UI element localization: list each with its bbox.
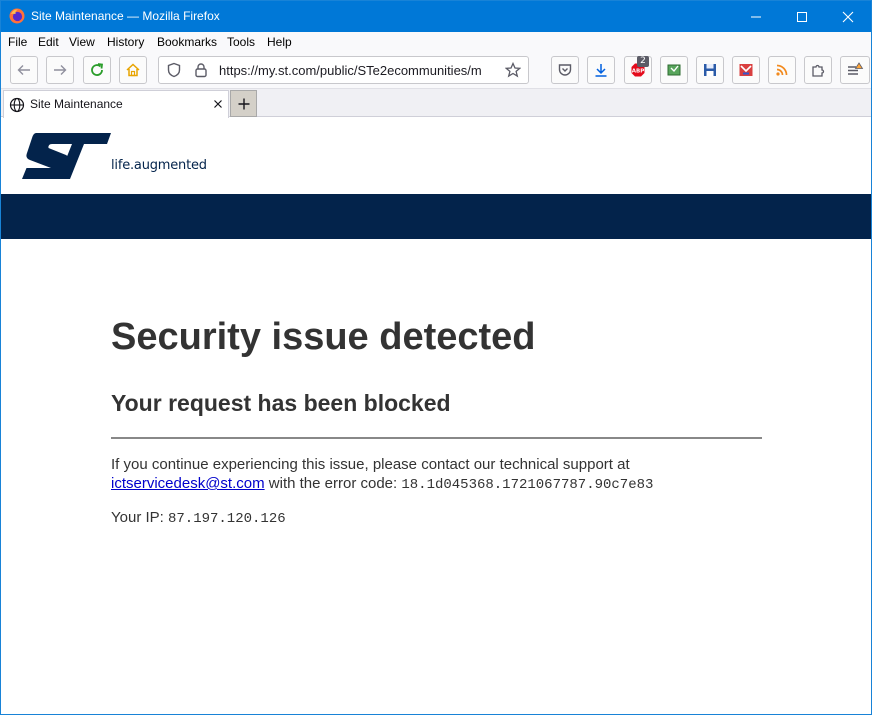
downloads-button[interactable] <box>587 56 615 84</box>
rss-button[interactable] <box>768 56 796 84</box>
lock-icon[interactable] <box>193 62 209 78</box>
page-subheading: Your request has been blocked <box>111 390 451 416</box>
forward-button[interactable] <box>46 56 74 84</box>
plus-icon <box>238 98 250 110</box>
address-bar[interactable]: https://my.st.com/public/STe2ecommunitie… <box>158 56 529 84</box>
error-code: 18.1d045368.1721067787.90c7e83 <box>401 477 654 493</box>
minimize-button[interactable] <box>733 1 779 32</box>
ip-line: Your IP: 87.197.120.126 <box>111 509 286 527</box>
url-text[interactable]: https://my.st.com/public/STe2ecommunitie… <box>219 63 499 78</box>
menu-tools[interactable]: Tools <box>227 35 255 49</box>
header-band <box>1 194 871 239</box>
rss-icon <box>776 64 788 76</box>
back-icon <box>17 65 30 75</box>
new-tab-button[interactable] <box>230 90 257 117</box>
title-bar: Site Maintenance — Mozilla Firefox <box>1 1 871 32</box>
screenshot-button[interactable] <box>660 56 688 84</box>
save-page-button[interactable] <box>696 56 724 84</box>
page-heading: Security issue detected <box>111 316 536 358</box>
firefox-icon <box>9 8 25 24</box>
tab-title: Site Maintenance <box>30 97 123 111</box>
page-content: life.augmented Security issue detected Y… <box>1 118 871 714</box>
adblock-button[interactable]: ABP 2 <box>624 56 652 84</box>
back-button[interactable] <box>10 56 38 84</box>
adblock-badge: 2 <box>637 56 649 67</box>
reload-button[interactable] <box>83 56 111 84</box>
maximize-button[interactable] <box>779 1 825 32</box>
bookmark-star-icon[interactable] <box>505 62 521 78</box>
support-message: If you continue experiencing this issue,… <box>111 455 761 495</box>
maximize-icon <box>797 12 807 22</box>
close-window-button[interactable] <box>825 1 871 32</box>
menu-view[interactable]: View <box>69 35 95 49</box>
shield-icon[interactable] <box>166 62 182 78</box>
menu-help[interactable]: Help <box>267 35 292 49</box>
forward-icon <box>54 65 67 75</box>
menu-bookmarks[interactable]: Bookmarks <box>157 35 217 49</box>
message-middle: with the error code: <box>268 475 398 492</box>
brand-tagline: life.augmented <box>111 158 207 173</box>
ip-value: 87.197.120.126 <box>168 511 286 527</box>
st-logo[interactable] <box>22 131 112 181</box>
app-menu-button[interactable] <box>840 56 870 84</box>
support-email-link[interactable]: ictservicedesk@st.com <box>111 475 265 492</box>
window-title: Site Maintenance — Mozilla Firefox <box>31 9 220 23</box>
tab-site-maintenance[interactable]: Site Maintenance <box>3 90 229 118</box>
home-icon <box>126 63 140 77</box>
minimize-icon <box>751 16 761 18</box>
reload-icon <box>91 63 104 76</box>
tab-bar: Site Maintenance <box>1 89 871 118</box>
download-icon <box>595 64 607 77</box>
menu-edit[interactable]: Edit <box>38 35 59 49</box>
close-icon <box>842 11 854 23</box>
menu-file[interactable]: File <box>8 35 27 49</box>
extensions-icon <box>812 64 825 77</box>
extensions-button[interactable] <box>804 56 832 84</box>
screenshot-icon <box>667 64 681 76</box>
save-icon <box>704 64 716 76</box>
navigation-toolbar: https://my.st.com/public/STe2ecommunitie… <box>1 52 871 89</box>
menu-bar: File Edit View History Bookmarks Tools H… <box>1 32 871 52</box>
app-menu-icon <box>848 62 864 75</box>
divider <box>111 437 762 439</box>
home-button[interactable] <box>119 56 147 84</box>
browser-window: Site Maintenance — Mozilla Firefox File … <box>0 0 872 715</box>
globe-icon <box>9 97 25 113</box>
mail-icon <box>739 64 753 76</box>
pocket-icon <box>558 64 572 76</box>
message-prefix: If you continue experiencing this issue,… <box>111 456 630 473</box>
close-tab-icon[interactable] <box>212 98 224 110</box>
mail-button[interactable] <box>732 56 760 84</box>
svg-text:ABP: ABP <box>632 69 644 75</box>
pocket-button[interactable] <box>551 56 579 84</box>
ip-label: Your IP: <box>111 509 164 526</box>
menu-history[interactable]: History <box>107 35 144 49</box>
